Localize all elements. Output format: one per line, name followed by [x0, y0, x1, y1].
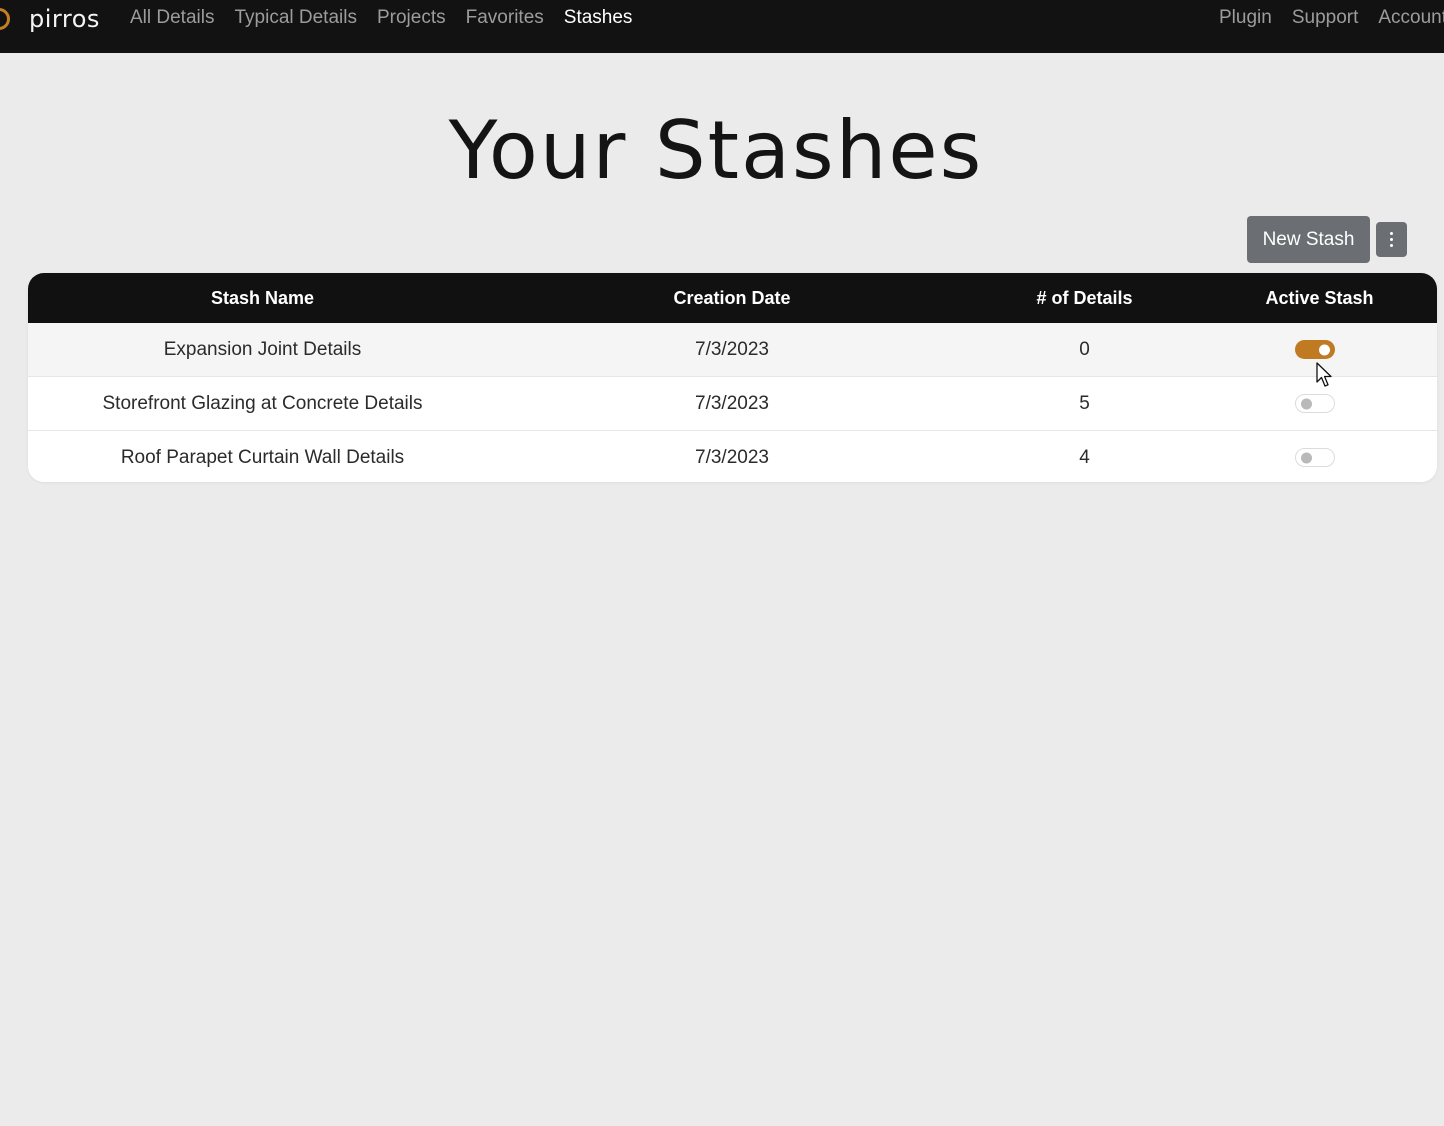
stash-name[interactable]: Roof Parapet Curtain Wall Details	[28, 447, 497, 469]
creation-date: 7/3/2023	[695, 392, 769, 414]
column-header-active-stash[interactable]: Active Stash	[1202, 288, 1437, 309]
top-navbar: pirros All Details Typical Details Proje…	[0, 0, 1444, 53]
toggle-knob	[1300, 398, 1312, 409]
column-header-details-count[interactable]: # of Details	[967, 288, 1202, 309]
page-title: Your Stashes	[448, 104, 984, 197]
table-header: Stash Name Creation Date # of Details Ac…	[28, 273, 1437, 323]
logo-mark-icon	[0, 8, 10, 30]
active-stash-toggle[interactable]	[1294, 448, 1335, 467]
details-count: 0	[1079, 338, 1090, 360]
nav-item-stashes[interactable]: Stashes	[564, 7, 633, 29]
details-count: 5	[1079, 392, 1090, 414]
table-row[interactable]: Expansion Joint Details 7/3/2023 0	[28, 323, 1437, 376]
creation-date: 7/3/2023	[695, 338, 769, 360]
nav-item-typical-details[interactable]: Typical Details	[234, 7, 357, 29]
secondary-nav: Plugin Support Account	[1219, 0, 1444, 36]
stash-name[interactable]: Storefront Glazing at Concrete Details	[28, 393, 497, 415]
toggle-knob	[1318, 344, 1330, 355]
active-stash-toggle[interactable]	[1294, 340, 1335, 359]
new-stash-button[interactable]: New Stash	[1247, 216, 1370, 263]
column-header-stash-name[interactable]: Stash Name	[28, 288, 497, 309]
active-stash-cell	[1202, 340, 1437, 359]
nav-item-favorites[interactable]: Favorites	[466, 7, 544, 29]
vertical-dots-icon	[1390, 231, 1393, 249]
creation-date: 7/3/2023	[695, 446, 769, 468]
more-options-button[interactable]	[1376, 222, 1407, 257]
nav-item-account[interactable]: Account	[1378, 7, 1444, 29]
table-row[interactable]: Storefront Glazing at Concrete Details 7…	[28, 376, 1437, 430]
active-stash-cell	[1202, 394, 1437, 413]
brand-name: pirros	[29, 5, 100, 33]
toggle-knob	[1300, 452, 1312, 463]
stashes-table: Stash Name Creation Date # of Details Ac…	[28, 273, 1437, 482]
table-row[interactable]: Roof Parapet Curtain Wall Details 7/3/20…	[28, 430, 1437, 482]
stash-name[interactable]: Expansion Joint Details	[28, 339, 497, 361]
active-stash-toggle[interactable]	[1294, 394, 1335, 413]
nav-item-plugin[interactable]: Plugin	[1219, 7, 1272, 29]
active-stash-cell	[1202, 448, 1437, 467]
nav-item-projects[interactable]: Projects	[377, 7, 446, 29]
nav-item-all-details[interactable]: All Details	[130, 7, 214, 29]
nav-item-support[interactable]: Support	[1292, 7, 1359, 29]
brand-logo[interactable]: pirros	[0, 2, 100, 36]
column-header-creation-date[interactable]: Creation Date	[497, 288, 967, 309]
main-nav: All Details Typical Details Projects Fav…	[130, 0, 652, 36]
details-count: 4	[1079, 446, 1090, 468]
